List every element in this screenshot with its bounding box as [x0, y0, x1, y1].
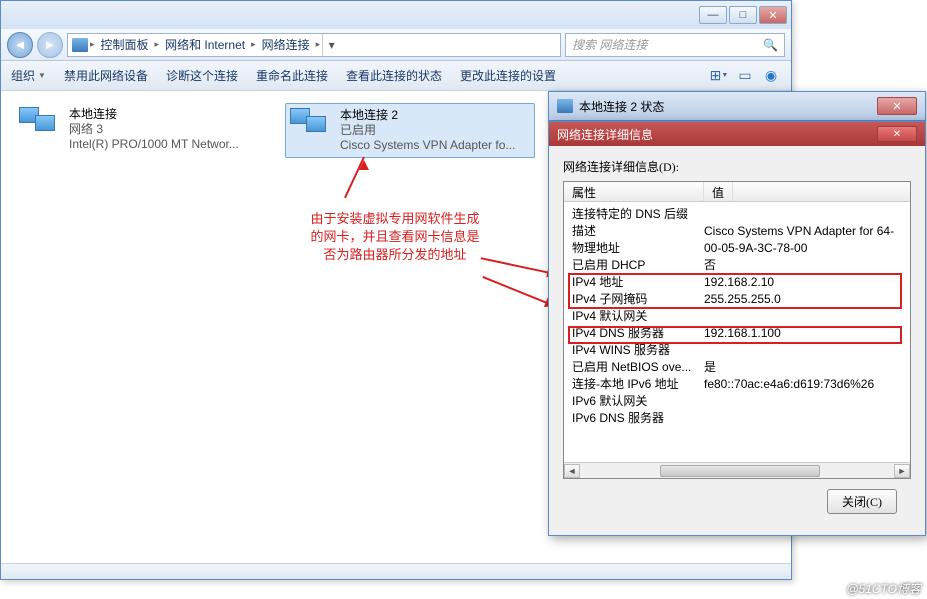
status-dialog-titlebar: 本地连接 2 状态 ✕: [548, 91, 926, 121]
value-cell: 是: [704, 359, 902, 376]
property-cell: 已启用 NetBIOS ove...: [572, 359, 704, 376]
table-row[interactable]: IPv4 WINS 服务器: [564, 342, 910, 359]
value-cell: 00-05-9A-3C-78-00: [704, 240, 902, 257]
table-row[interactable]: IPv4 地址192.168.2.10: [564, 274, 910, 291]
chevron-right-icon: ▸: [155, 39, 160, 50]
table-header: 属性 值: [564, 182, 910, 202]
organize-menu[interactable]: 组织▼: [11, 67, 46, 84]
search-placeholder: 搜索 网络连接: [572, 36, 647, 53]
scroll-left-button[interactable]: ◄: [564, 464, 580, 478]
property-cell: IPv4 DNS 服务器: [572, 325, 704, 342]
chevron-right-icon: ▸: [316, 39, 321, 50]
value-cell: 255.255.255.0: [704, 291, 902, 308]
property-cell: IPv6 DNS 服务器: [572, 410, 704, 427]
col-value[interactable]: 值: [704, 182, 733, 201]
back-button[interactable]: ◄: [7, 32, 33, 58]
details-table: 属性 值 连接特定的 DNS 后缀描述Cisco Systems VPN Ada…: [563, 181, 911, 479]
details-dialog-title: 网络连接详细信息: [557, 126, 653, 143]
value-cell: 否: [704, 257, 902, 274]
property-cell: IPv4 子网掩码: [572, 291, 704, 308]
chevron-right-icon: ▸: [90, 39, 95, 50]
table-row[interactable]: IPv6 DNS 服务器: [564, 410, 910, 427]
value-cell: Cisco Systems VPN Adapter for 64-: [704, 223, 902, 240]
breadcrumb-dropdown[interactable]: ▾: [322, 34, 340, 56]
bc-control-panel[interactable]: 控制面板: [97, 36, 153, 53]
network-adapter-icon: [290, 108, 332, 144]
change-settings-button[interactable]: 更改此连接的设置: [460, 67, 556, 84]
close-dialog-button[interactable]: 关闭(C): [827, 489, 897, 514]
value-cell: [704, 410, 902, 427]
scroll-thumb[interactable]: [660, 465, 820, 477]
table-row[interactable]: 连接特定的 DNS 后缀: [564, 206, 910, 223]
property-cell: IPv4 默认网关: [572, 308, 704, 325]
connection-item[interactable]: 本地连接 网络 3 Intel(R) PRO/1000 MT Networ...: [15, 103, 265, 156]
value-cell: [704, 206, 902, 223]
table-body: 连接特定的 DNS 后缀描述Cisco Systems VPN Adapter …: [564, 202, 910, 431]
table-row[interactable]: 已启用 DHCP否: [564, 257, 910, 274]
table-row[interactable]: 已启用 NetBIOS ove...是: [564, 359, 910, 376]
help-icon[interactable]: ◉: [761, 66, 781, 86]
status-bar: [1, 563, 791, 579]
watermark: @51CTO博客: [846, 580, 921, 597]
chevron-right-icon: ▸: [251, 39, 256, 50]
bc-network-internet[interactable]: 网络和 Internet: [161, 36, 249, 53]
table-row[interactable]: IPv4 子网掩码255.255.255.0: [564, 291, 910, 308]
property-cell: IPv6 默认网关: [572, 393, 704, 410]
property-cell: 描述: [572, 223, 704, 240]
close-button[interactable]: ✕: [759, 6, 787, 24]
title-bar: ― □ ✕: [1, 1, 791, 29]
connection-item-selected[interactable]: 本地连接 2 已启用 Cisco Systems VPN Adapter fo.…: [285, 103, 535, 158]
search-icon: 🔍: [763, 38, 778, 52]
close-button[interactable]: ✕: [877, 97, 917, 115]
value-cell: [704, 308, 902, 325]
table-row[interactable]: IPv4 DNS 服务器192.168.1.100: [564, 325, 910, 342]
diagnose-button[interactable]: 诊断这个连接: [166, 67, 238, 84]
forward-button[interactable]: ►: [37, 32, 63, 58]
maximize-button[interactable]: □: [729, 6, 757, 24]
rename-button[interactable]: 重命名此连接: [256, 67, 328, 84]
disable-device-button[interactable]: 禁用此网络设备: [64, 67, 148, 84]
property-cell: 物理地址: [572, 240, 704, 257]
table-row[interactable]: IPv4 默认网关: [564, 308, 910, 325]
connection-info: 本地连接 网络 3 Intel(R) PRO/1000 MT Networ...: [69, 107, 261, 152]
preview-pane-icon[interactable]: ▭: [735, 66, 755, 86]
table-row[interactable]: 描述Cisco Systems VPN Adapter for 64-: [564, 223, 910, 240]
table-row[interactable]: 连接-本地 IPv6 地址fe80::70ac:e4a6:d619:73d6%2…: [564, 376, 910, 393]
scroll-right-button[interactable]: ►: [894, 464, 910, 478]
breadcrumb[interactable]: ▸ 控制面板 ▸ 网络和 Internet ▸ 网络连接 ▸ ▾: [67, 33, 561, 57]
annotation-text: 由于安装虚拟专用网软件生成的网卡，并且查看网卡信息是否为路由器所分发的地址: [310, 210, 480, 264]
col-property[interactable]: 属性: [564, 182, 704, 201]
status-dialog-title: 本地连接 2 状态: [579, 98, 871, 115]
value-cell: fe80::70ac:e4a6:d619:73d6%26: [704, 376, 902, 393]
property-cell: 连接特定的 DNS 后缀: [572, 206, 704, 223]
details-dialog: 网络连接详细信息 ✕ 网络连接详细信息(D): 属性 值 连接特定的 DNS 后…: [548, 121, 926, 536]
details-dialog-titlebar: 网络连接详细信息 ✕: [549, 122, 925, 146]
table-row[interactable]: 物理地址00-05-9A-3C-78-00: [564, 240, 910, 257]
horizontal-scrollbar[interactable]: ◄ ►: [564, 462, 910, 478]
network-icon: [72, 38, 88, 52]
connection-info: 本地连接 2 已启用 Cisco Systems VPN Adapter fo.…: [340, 108, 530, 153]
minimize-button[interactable]: ―: [699, 6, 727, 24]
view-status-button[interactable]: 查看此连接的状态: [346, 67, 442, 84]
search-input[interactable]: 搜索 网络连接 🔍: [565, 33, 785, 57]
value-cell: [704, 393, 902, 410]
value-cell: [704, 342, 902, 359]
property-cell: 已启用 DHCP: [572, 257, 704, 274]
value-cell: 192.168.1.100: [704, 325, 902, 342]
nic-icon: [557, 99, 573, 113]
table-row[interactable]: IPv6 默认网关: [564, 393, 910, 410]
property-cell: IPv4 地址: [572, 274, 704, 291]
network-adapter-icon: [19, 107, 61, 143]
nav-bar: ◄ ► ▸ 控制面板 ▸ 网络和 Internet ▸ 网络连接 ▸ ▾ 搜索 …: [1, 29, 791, 61]
bc-network-connections[interactable]: 网络连接: [258, 36, 314, 53]
close-button[interactable]: ✕: [877, 126, 917, 142]
property-cell: 连接-本地 IPv6 地址: [572, 376, 704, 393]
property-cell: IPv4 WINS 服务器: [572, 342, 704, 359]
value-cell: 192.168.2.10: [704, 274, 902, 291]
toolbar: 组织▼ 禁用此网络设备 诊断这个连接 重命名此连接 查看此连接的状态 更改此连接…: [1, 61, 791, 91]
details-label: 网络连接详细信息(D):: [563, 158, 911, 175]
view-mode-icon[interactable]: ⊞▼: [709, 66, 729, 86]
